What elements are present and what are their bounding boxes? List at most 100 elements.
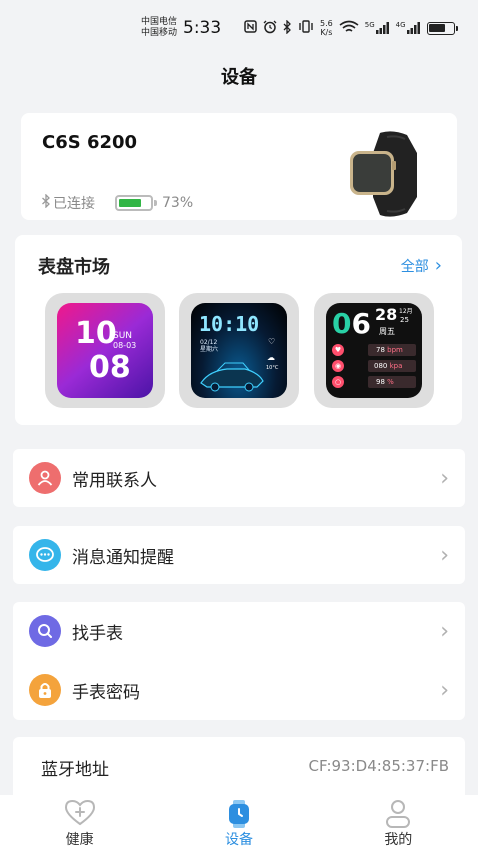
dial-market-title: 表盘市场 [38,257,110,278]
nav-label: 健康 [65,832,94,848]
battery-icon [426,21,458,35]
wifi-icon [339,20,359,37]
page-title: 设备 [221,67,257,88]
dial-face-preview: 06 28 12月 25 周五 ♥ 78 bpm ◉ 080 kpa ○ 98 … [326,303,422,398]
menu-label: 手表密码 [72,682,140,703]
bluetooth-address-row: 蓝牙地址 CF:93:D4:85:37:FB [13,737,465,795]
lock-icon [29,674,61,706]
oxygen-value: 98 [376,378,385,386]
face-day: SUN [113,331,133,341]
pressure-row: ◉ 080 kpa [332,360,416,372]
nav-tab-health[interactable]: 健康 [0,795,159,850]
menu-label: 找手表 [72,623,123,644]
dial-face-thumbnail[interactable]: 06 28 12月 25 周五 ♥ 78 bpm ◉ 080 kpa ○ 98 … [314,293,434,408]
device-battery-icon [115,195,157,211]
oxygen-unit: % [387,378,394,386]
status-time: 5:33 [183,18,222,38]
pressure-bar: 080 kpa [368,360,416,372]
pressure-value: 080 [374,362,388,370]
heart-plus-icon [63,799,97,831]
heart-icon: ♥ [332,344,344,356]
pressure-icon: ◉ [332,360,344,372]
menu-item-find-watch[interactable]: 找手表 › [13,602,465,660]
bottom-nav: 健康 设备 我的 [0,795,478,850]
nfc-icon [244,20,257,36]
signal-2-label: 4G [395,21,406,29]
dial-face-thumbnail[interactable]: 10:10 02/12 星期六 ♡ ☁ 10°C [179,293,299,408]
device-name: C6S 6200 [42,132,138,153]
bluetooth-address-value: CF:93:D4:85:37:FB [308,757,449,775]
alarm-icon [263,20,277,37]
face-hour-digits: 06 [332,307,371,340]
face-minute: 08 [89,350,131,385]
carrier-2: 中国移动 [141,28,178,38]
face-time: 10:10 [199,312,260,336]
dial-face-preview: 10 SUN 08-03 08 [57,303,153,398]
carrier-info: 中国电信 中国移动 [141,17,177,39]
vibrate-icon [298,20,314,36]
message-icon [29,539,61,571]
device-card[interactable]: C6S 6200 已连接 73% [21,113,457,220]
speed-value: 5.6 [320,19,333,28]
menu-item-notifications[interactable]: 消息通知提醒 › [13,526,465,584]
status-icons: 5.6 K/s 5G 4G [244,18,458,37]
speed-unit: K/s [320,28,333,37]
nav-label: 我的 [384,832,413,848]
bluetooth-address-label: 蓝牙地址 [41,760,109,780]
cloud-icon: ☁ [267,353,275,362]
menu-item-watch-password[interactable]: 手表密码 › [13,661,465,719]
watch-tools-card: 找手表 › 手表密码 › [13,602,465,720]
carrier-1: 中国电信 [141,17,178,27]
pressure-unit: kpa [389,362,403,370]
signal-icon: 5G [365,22,390,34]
face-hour: 10 [75,316,117,351]
watch-image [350,131,417,217]
face-day: 25 [400,316,409,324]
heart-rate-bar: 78 bpm [368,344,416,356]
chevron-right-icon: › [440,465,449,491]
face-temp: 10°C [266,365,279,371]
bluetooth-icon [41,193,51,212]
car-illustration [200,362,264,392]
network-speed: 5.6 K/s [320,19,333,37]
face-date: 02/12 [200,339,218,346]
heart-value: 78 [376,346,385,354]
contacts-card: 常用联系人 › [13,449,465,507]
search-icon [29,615,61,647]
nav-label: 设备 [224,832,253,848]
heart-icon: ♡ [268,337,276,346]
menu-label: 常用联系人 [72,470,157,491]
nav-tab-mine[interactable]: 我的 [319,795,478,850]
chevron-right-icon: › [440,677,449,703]
battery-percent: 73% [162,195,194,211]
notifications-card: 消息通知提醒 › [13,526,465,584]
chevron-right-icon: › [440,618,449,644]
dial-market-all-button[interactable]: 全部 › [401,256,442,276]
user-icon [384,799,412,833]
face-weekday: 星期六 [200,346,219,353]
heart-rate-row: ♥ 78 bpm [332,344,416,356]
nav-tab-device[interactable]: 设备 [159,795,318,850]
bluetooth-icon [283,18,292,37]
chevron-right-icon: › [440,542,449,568]
face-hour: 06 [332,309,371,339]
signal-1-label: 5G [364,21,375,29]
menu-item-contacts[interactable]: 常用联系人 › [13,449,465,507]
all-label: 全部 [400,259,429,275]
watch-icon [227,799,251,833]
heart-unit: bpm [387,346,403,354]
menu-label: 消息通知提醒 [72,547,174,568]
dial-face-preview: 10:10 02/12 星期六 ♡ ☁ 10°C [191,303,287,398]
face-minute: 28 [375,305,398,324]
oxygen-icon: ○ [332,376,344,388]
dial-face-thumbnail[interactable]: 10 SUN 08-03 08 [45,293,165,408]
signal-icon: 4G [396,22,421,34]
contacts-icon [29,462,61,494]
connection-status: 已连接 [53,196,95,212]
oxygen-row: ○ 98 % [332,376,416,388]
status-bar: 中国电信 中国移动 5:33 5.6 K/s 5G 4G [0,0,478,58]
oxygen-bar: 98 % [368,376,416,388]
device-status: 已连接 73% [41,193,193,213]
dial-market-card: 表盘市场 全部 › 10 SUN 08-03 08 10:10 02/12 星期… [15,235,462,425]
face-month: 12月 [399,308,413,315]
